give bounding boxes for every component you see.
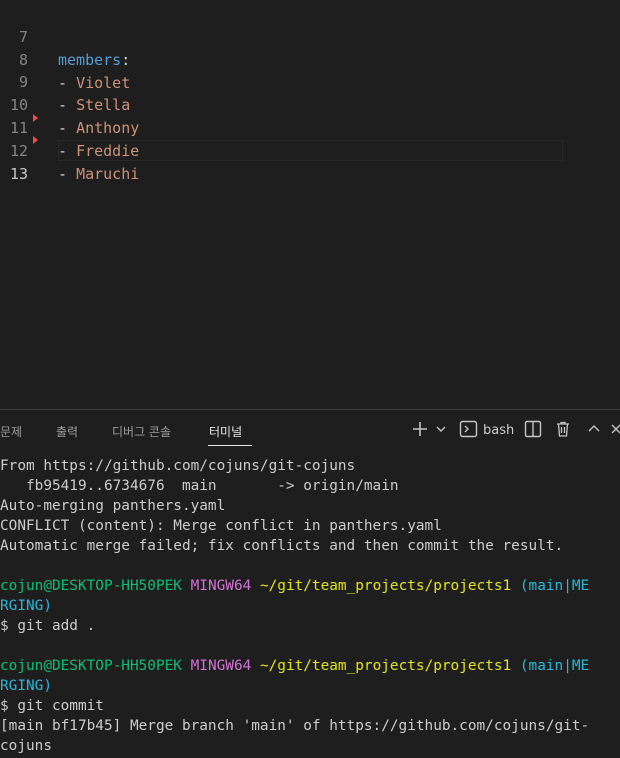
code-editor[interactable]: 7 members: 8 - Violet 9 - Stella 10 - An… (0, 0, 620, 409)
shell-label[interactable]: bash (483, 423, 514, 438)
prompt-branch: (main|ME (519, 658, 590, 674)
panel-tab-bar: 문제 출력 디버그 콘솔 터미널 bash (0, 410, 620, 450)
chevron-up-icon[interactable] (586, 420, 602, 443)
active-tab-indicator (208, 445, 252, 446)
tab-output[interactable]: 출력 (56, 423, 78, 440)
terminal-icon[interactable] (459, 420, 479, 443)
trash-icon[interactable] (554, 420, 572, 443)
code-line: 9 - Stella (0, 48, 620, 114)
close-icon[interactable] (610, 420, 620, 443)
terminal-command: $ git add . (0, 618, 96, 634)
plus-icon[interactable] (411, 420, 429, 443)
terminal-line: From https://github.com/cojuns/git-cojun… (0, 458, 356, 474)
prompt-env: MINGW64 (190, 578, 252, 594)
line-number: 13 (9, 165, 28, 183)
terminal-line: [main bf17b45] Merge branch 'main' of ht… (0, 718, 590, 734)
code-line: 10 - Anthony (0, 71, 620, 137)
terminal-prompt: cojun@DESKTOP-HH50PEK MINGW64 ~/git/team… (0, 656, 620, 676)
tab-terminal[interactable]: 터미널 (209, 423, 242, 440)
prompt-branch-cont: RGING) (0, 678, 52, 694)
prompt-user: cojun@DESKTOP-HH50PEK (0, 578, 182, 594)
chevron-down-icon[interactable] (435, 420, 447, 443)
code-line: 8 - Violet (0, 26, 620, 92)
split-terminal-icon[interactable] (524, 420, 542, 443)
terminal-prompt: cojun@DESKTOP-HH50PEK MINGW64 ~/git/team… (0, 576, 620, 596)
terminal-line: CONFLICT (content): Merge conflict in pa… (0, 518, 442, 534)
prompt-path: ~/git/team_projects/projects1 (259, 578, 512, 594)
prompt-branch-cont: RGING) (0, 598, 52, 614)
prompt-env: MINGW64 (190, 658, 252, 674)
bottom-panel: 문제 출력 디버그 콘솔 터미널 bash From https://githu… (0, 409, 620, 758)
diff-marker-icon[interactable] (33, 114, 38, 122)
diff-marker-icon[interactable] (33, 136, 38, 144)
terminal-line: cojuns (0, 738, 52, 754)
tab-problems[interactable]: 문제 (0, 423, 22, 440)
terminal-line: fb95419..6734676 main -> origin/main (0, 478, 399, 494)
code-line: 13 (0, 140, 620, 183)
prompt-user: cojun@DESKTOP-HH50PEK (0, 658, 182, 674)
code-line: 11 - Freddie (0, 94, 620, 160)
prompt-path: ~/git/team_projects/projects1 (259, 658, 512, 674)
terminal-output[interactable]: From https://github.com/cojuns/git-cojun… (0, 456, 620, 756)
terminal-line: Auto-merging panthers.yaml (0, 498, 226, 514)
terminal-line: Automatic merge failed; fix conflicts an… (0, 538, 564, 554)
yaml-dash: - (58, 165, 77, 183)
code-line: 12 - Maruchi (0, 117, 620, 183)
yaml-value: Maruchi (76, 165, 140, 183)
terminal-command: $ git commit (0, 698, 104, 714)
code-line: 7 members: (0, 3, 620, 69)
tab-debug-console[interactable]: 디버그 콘솔 (112, 423, 171, 440)
prompt-branch: (main|ME (519, 578, 590, 594)
